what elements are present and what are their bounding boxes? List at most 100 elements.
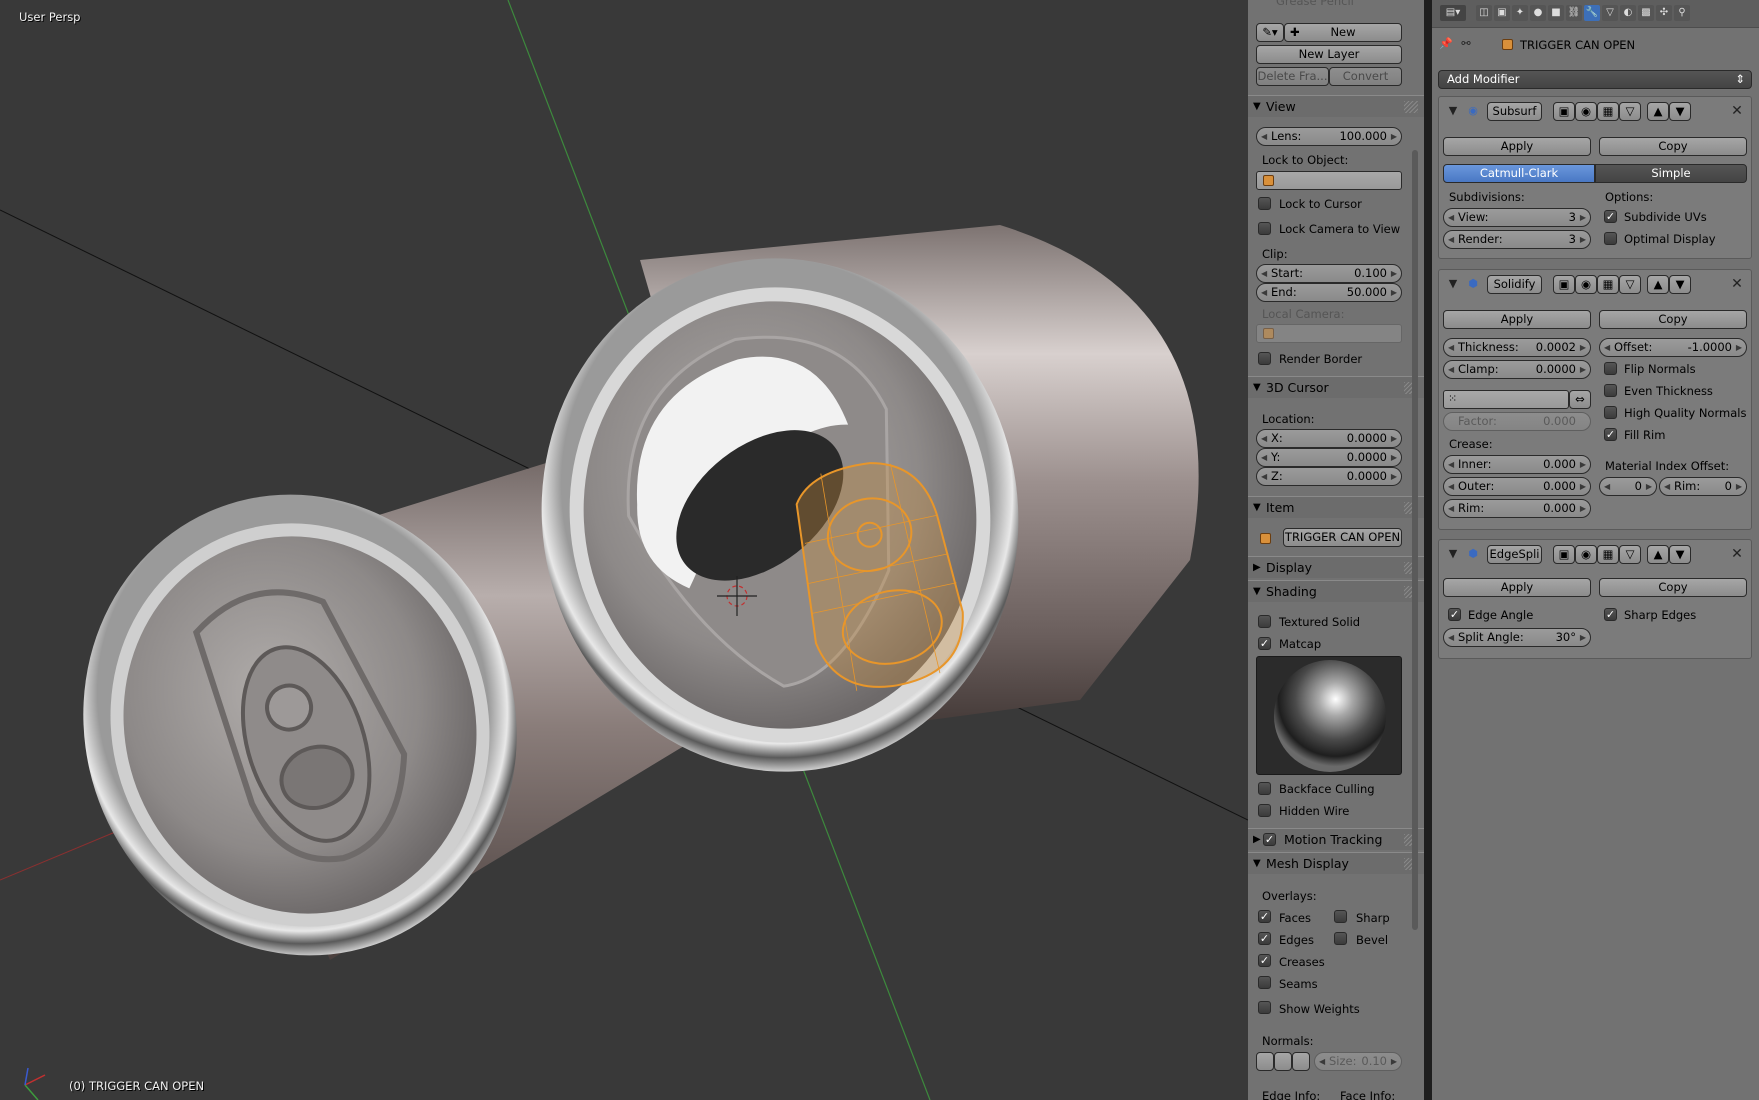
add-modifier-menu[interactable]: Add Modifier ⇕ (1438, 70, 1752, 89)
lock-to-cursor-checkbox[interactable] (1258, 197, 1271, 210)
constraints-tab-icon[interactable]: ⛓ (1566, 5, 1582, 21)
edgesplit-name-field[interactable]: EdgeSpli (1487, 545, 1542, 564)
rim-crease-field[interactable]: ◀ Rim: 0.000 ▶ (1443, 499, 1591, 518)
edgesplit-copy-button[interactable]: Copy (1599, 578, 1747, 597)
eye-icon[interactable]: ◉ (1575, 275, 1597, 294)
even-thickness-checkbox[interactable] (1604, 384, 1617, 397)
backface-culling-checkbox[interactable] (1258, 782, 1271, 795)
creases-checkbox[interactable]: ✓ (1258, 954, 1271, 967)
arrow-down-icon[interactable]: ▼ (1669, 102, 1691, 121)
shading-panel-header[interactable]: ▼ Shading (1248, 580, 1424, 602)
view-panel-header[interactable]: ▼ View (1248, 95, 1424, 117)
area-divider[interactable] (1424, 0, 1432, 1100)
split-angle-field[interactable]: ◀ Split Angle: 30° ▶ (1443, 628, 1591, 647)
bevel-checkbox[interactable] (1334, 932, 1347, 945)
sharp-edges-checkbox[interactable]: ✓ (1604, 608, 1617, 621)
solidify-apply-button[interactable]: Apply (1443, 310, 1591, 329)
grease-pencil-header[interactable]: Grease Pencil (1276, 0, 1354, 8)
editor-type-menu[interactable]: ▤▾ (1440, 5, 1466, 21)
object-tab-icon[interactable]: ■ (1548, 5, 1564, 21)
matcap-preview[interactable] (1256, 656, 1402, 775)
local-camera-field[interactable] (1256, 324, 1402, 343)
subsurf-view-field[interactable]: ◀ View: 3 ▶ (1443, 208, 1591, 227)
lock-camera-checkbox[interactable] (1258, 222, 1271, 235)
lens-field[interactable]: ◀ Lens: 100.000 ▶ (1256, 127, 1402, 146)
solidify-name-field[interactable]: Solidify (1487, 275, 1542, 294)
material-offset-field[interactable]: ◀ 0 ▶ (1599, 477, 1657, 496)
render-border-checkbox[interactable] (1258, 352, 1271, 365)
pin-icon[interactable]: 📌 (1438, 36, 1454, 52)
edgesplit-apply-button[interactable]: Apply (1443, 578, 1591, 597)
sidebar-scrollbar[interactable] (1412, 150, 1418, 930)
vertex-group-field[interactable]: ⁙ (1443, 390, 1569, 409)
subsurf-name-field[interactable]: Subsurf (1487, 102, 1542, 121)
face-normals-toggle[interactable] (1292, 1052, 1310, 1071)
layers-tab-icon[interactable]: ▣ (1494, 5, 1510, 21)
editmode-icon[interactable]: ▦ (1597, 275, 1619, 294)
arrow-up-icon[interactable]: ▲ (1647, 275, 1669, 294)
vertex-normals-toggle[interactable] (1256, 1052, 1274, 1071)
3d-cursor-panel-header[interactable]: ▼ 3D Cursor (1248, 376, 1424, 398)
offset-field[interactable]: ◀ Offset: -1.0000 ▶ (1599, 338, 1747, 357)
thickness-field[interactable]: ◀ Thickness: 0.0002 ▶ (1443, 338, 1591, 357)
loop-normals-toggle[interactable] (1274, 1052, 1292, 1071)
world-tab-icon[interactable]: ● (1530, 5, 1546, 21)
viewport-scene[interactable] (0, 0, 1248, 1100)
arrow-up-icon[interactable]: ▲ (1647, 102, 1669, 121)
arrow-up-icon[interactable]: ▲ (1647, 545, 1669, 564)
texture-tab-icon[interactable]: ▩ (1638, 5, 1654, 21)
lock-object-field[interactable] (1256, 171, 1402, 190)
close-icon[interactable]: ✕ (1729, 276, 1745, 292)
sharp-checkbox[interactable] (1334, 910, 1347, 923)
edges-checkbox[interactable]: ✓ (1258, 932, 1271, 945)
cage-icon[interactable]: ▽ (1619, 545, 1641, 564)
new-grease-button[interactable]: ✚ New (1284, 23, 1402, 42)
cursor-x-field[interactable]: ◀ X: 0.0000 ▶ (1256, 429, 1402, 448)
factor-field[interactable]: Factor: 0.000 (1443, 412, 1591, 431)
clip-start-field[interactable]: ◀ Start: 0.100 ▶ (1256, 264, 1402, 283)
arrow-down-icon[interactable]: ▼ (1669, 545, 1691, 564)
seams-checkbox[interactable] (1258, 976, 1271, 989)
convert-button[interactable]: Convert (1329, 67, 1402, 86)
pencil-dropdown[interactable]: ✎▾ (1256, 23, 1284, 42)
outer-crease-field[interactable]: ◀ Outer: 0.000 ▶ (1443, 477, 1591, 496)
scene-tab-icon[interactable]: ✦ (1512, 5, 1528, 21)
close-icon[interactable]: ✕ (1729, 103, 1745, 119)
subdivide-uvs-checkbox[interactable]: ✓ (1604, 210, 1617, 223)
link-icon[interactable]: ⚯ (1458, 36, 1474, 52)
mesh-display-header[interactable]: ▼ Mesh Display (1248, 852, 1424, 874)
collapse-solidify-icon[interactable]: ▼ (1445, 276, 1461, 292)
simple-toggle[interactable]: Simple (1595, 164, 1747, 183)
motion-tracking-checkbox[interactable]: ✓ (1263, 833, 1276, 846)
close-icon[interactable]: ✕ (1729, 546, 1745, 562)
clip-end-field[interactable]: ◀ End: 50.000 ▶ (1256, 283, 1402, 302)
faces-checkbox[interactable]: ✓ (1258, 910, 1271, 923)
collapse-subsurf-icon[interactable]: ▼ (1445, 103, 1461, 119)
edge-angle-checkbox[interactable]: ✓ (1448, 608, 1461, 621)
high-quality-normals-checkbox[interactable] (1604, 406, 1617, 419)
subsurf-render-field[interactable]: ◀ Render: 3 ▶ (1443, 230, 1591, 249)
material-tab-icon[interactable]: ◐ (1620, 5, 1636, 21)
display-panel-header[interactable]: ▶ Display (1248, 556, 1424, 578)
invert-group-button[interactable]: ⇔ (1569, 390, 1591, 409)
editmode-icon[interactable]: ▦ (1597, 102, 1619, 121)
new-layer-button[interactable]: New Layer (1256, 45, 1402, 64)
show-weights-checkbox[interactable] (1258, 1001, 1271, 1014)
data-tab-icon[interactable]: ▽ (1602, 5, 1618, 21)
subsurf-apply-button[interactable]: Apply (1443, 137, 1591, 156)
arrow-down-icon[interactable]: ▼ (1669, 275, 1691, 294)
fill-rim-checkbox[interactable]: ✓ (1604, 428, 1617, 441)
item-panel-header[interactable]: ▼ Item (1248, 496, 1424, 518)
solidify-copy-button[interactable]: Copy (1599, 310, 1747, 329)
motion-tracking-header[interactable]: ▶ ✓ Motion Tracking (1248, 828, 1424, 850)
optimal-display-checkbox[interactable] (1604, 232, 1617, 245)
physics-tab-icon[interactable]: ⚲ (1674, 5, 1690, 21)
render-tab-icon[interactable]: ◫ (1476, 5, 1492, 21)
flip-normals-checkbox[interactable] (1604, 362, 1617, 375)
textured-solid-checkbox[interactable] (1258, 615, 1271, 628)
material-rim-field[interactable]: ◀ Rim: 0 ▶ (1659, 477, 1747, 496)
eye-icon[interactable]: ◉ (1575, 102, 1597, 121)
delete-frame-button[interactable]: Delete Fra... (1256, 67, 1329, 86)
editmode-icon[interactable]: ▦ (1597, 545, 1619, 564)
particles-tab-icon[interactable]: ✣ (1656, 5, 1672, 21)
